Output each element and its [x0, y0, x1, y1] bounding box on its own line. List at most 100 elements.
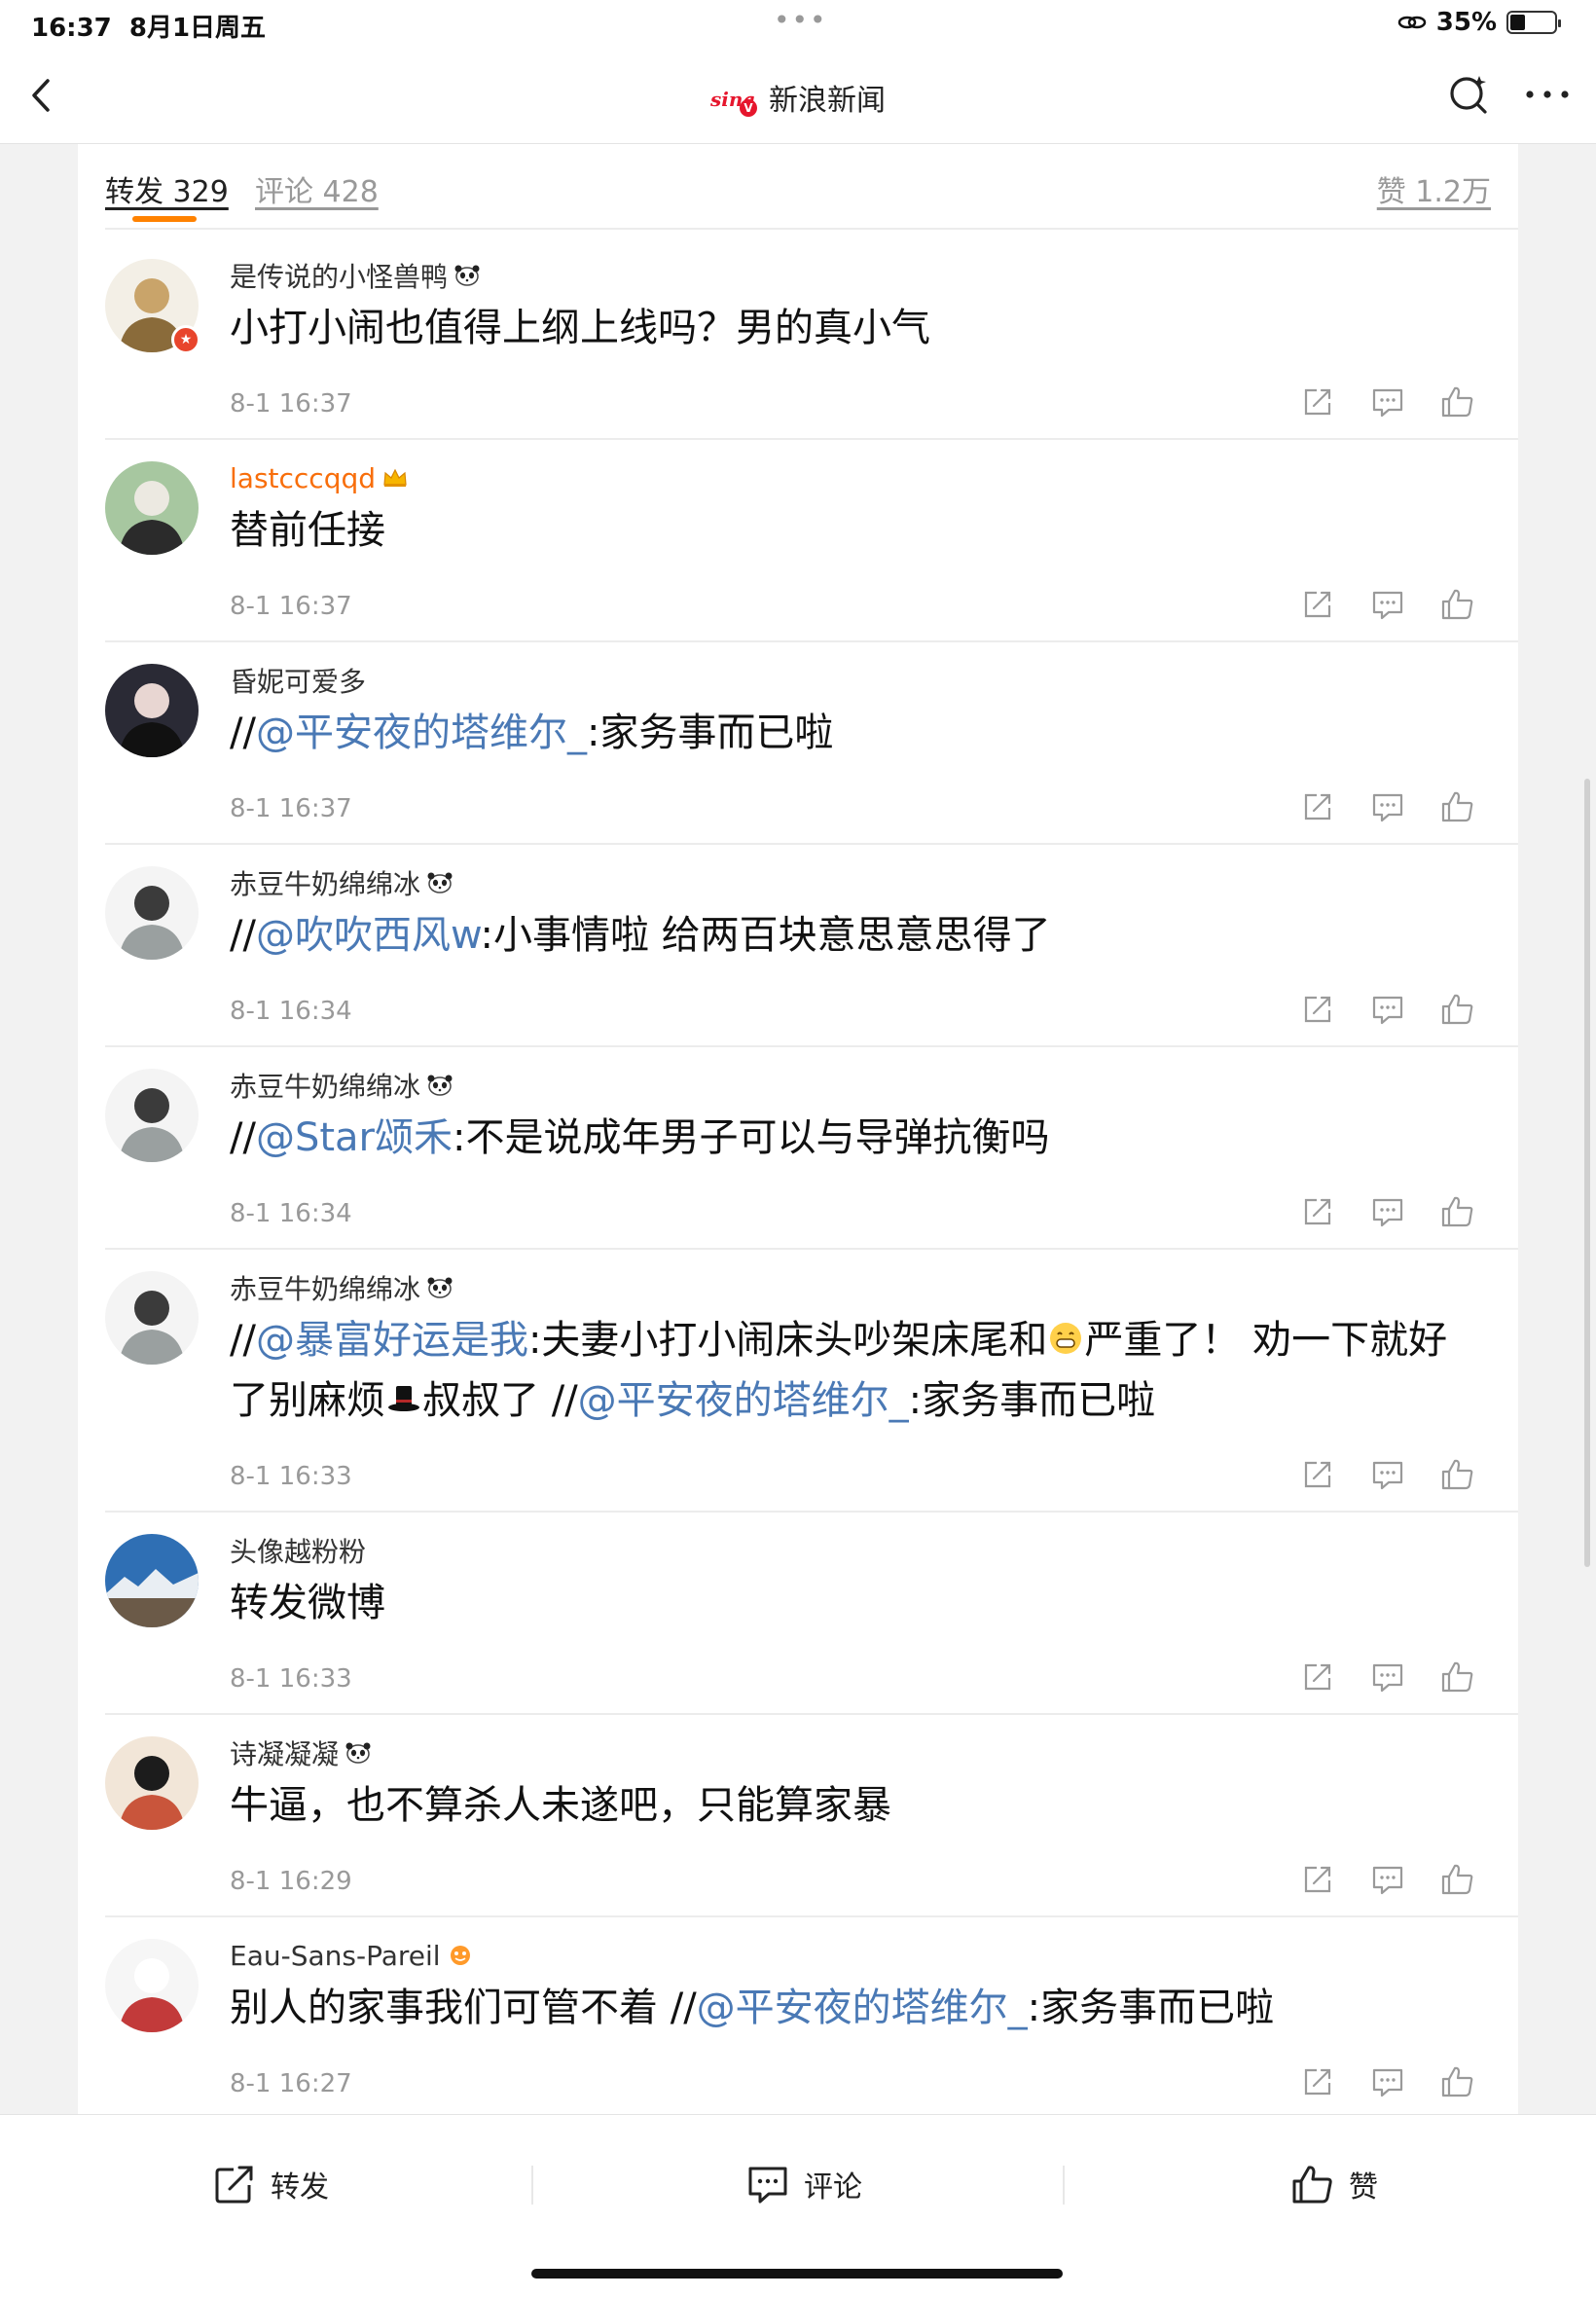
- username[interactable]: Eau-Sans-Pareil: [230, 1937, 1479, 1974]
- comment-icon[interactable]: [1370, 992, 1409, 1031]
- panda-icon: [427, 1277, 453, 1298]
- repost-icon[interactable]: [1300, 1457, 1339, 1496]
- thumbs-up-icon[interactable]: [1440, 2064, 1479, 2103]
- comment-icon[interactable]: [1370, 1659, 1409, 1698]
- mention-link[interactable]: @吹吹西风w: [256, 913, 481, 958]
- multitask-dots[interactable]: •••: [774, 4, 828, 36]
- repost-button[interactable]: 转发: [212, 2162, 329, 2206]
- repost-item[interactable]: 赤豆牛奶绵绵冰 //@暴富好运是我:夫妻小打小闹床头吵架床尾和 严重了！ 劝一下就好…: [105, 1250, 1518, 1513]
- like-label: 赞: [1349, 2170, 1378, 2205]
- username[interactable]: 诗凝凝凝: [230, 1734, 1479, 1771]
- tab-comment[interactable]: 评论 428: [255, 167, 379, 210]
- repost-meta: 8-1 16:37: [230, 572, 1479, 640]
- thumbs-up-icon[interactable]: [1440, 992, 1479, 1031]
- timestamp: 8-1 16:33: [230, 1664, 352, 1694]
- bottom-action-bar: 转发 评论 赞: [0, 2114, 1596, 2297]
- avatar[interactable]: [105, 1069, 199, 1162]
- repost-text: 替前任接: [230, 508, 385, 553]
- like-button[interactable]: 赞: [1290, 2162, 1378, 2206]
- mention-link[interactable]: @平安夜的塔维尔_: [256, 711, 587, 755]
- avatar[interactable]: [105, 1736, 199, 1830]
- mention-link[interactable]: @暴富好运是我: [256, 1318, 528, 1363]
- mention-link[interactable]: @平安夜的塔维尔_: [697, 1986, 1028, 2030]
- comment-icon[interactable]: [1370, 1862, 1409, 1901]
- more-icon[interactable]: [1520, 70, 1575, 119]
- repost-icon[interactable]: [1300, 1194, 1339, 1233]
- thumbs-up-icon[interactable]: [1440, 587, 1479, 626]
- thumbs-up-icon[interactable]: [1440, 789, 1479, 828]
- repost-meta: 8-1 16:34: [230, 977, 1479, 1045]
- avatar[interactable]: [105, 1271, 199, 1365]
- repost-content: 赤豆牛奶绵绵冰 //@吹吹西风w:小事情啦 给两百块意思意思得了 8-1 16:34: [230, 845, 1518, 1045]
- repost-icon[interactable]: [1300, 587, 1339, 626]
- repost-panel: 转发 329 评论 428 赞 1.2万 ★ 是传说的小怪兽鸭 小打小闹也值得上纲上…: [78, 144, 1518, 2114]
- comment-icon[interactable]: [1370, 2064, 1409, 2103]
- thumbs-up-icon[interactable]: [1440, 1862, 1479, 1901]
- nav-title: 新浪新闻: [769, 84, 886, 118]
- comment-icon[interactable]: [1370, 587, 1409, 626]
- repost-content: 昏妮可爱多 //@平安夜的塔维尔_:家务事而已啦 8-1 16:37: [230, 642, 1518, 843]
- search-icon[interactable]: [1445, 70, 1494, 119]
- repost-item[interactable]: Eau-Sans-Pareil 别人的家事我们可管不着 //@平安夜的塔维尔_:家…: [105, 1917, 1518, 2114]
- username[interactable]: lastcccqqd: [230, 459, 1479, 496]
- thumbs-up-icon[interactable]: [1440, 1659, 1479, 1698]
- sina-logo: sina V: [710, 88, 757, 117]
- repost-icon[interactable]: [1300, 384, 1339, 423]
- thumbs-up-icon[interactable]: [1440, 1457, 1479, 1496]
- repost-item[interactable]: 头像越粉粉转发微博 8-1 16:33: [105, 1513, 1518, 1715]
- comment-button[interactable]: 评论: [745, 2162, 862, 2206]
- verified-badge-icon: ★: [171, 325, 200, 354]
- thumbs-up-icon[interactable]: [1440, 384, 1479, 423]
- repost-icon[interactable]: [1300, 1659, 1339, 1698]
- repost-item[interactable]: lastcccqqd 替前任接 8-1 16:37: [105, 440, 1518, 642]
- back-icon[interactable]: [18, 71, 66, 120]
- username[interactable]: 赤豆牛奶绵绵冰: [230, 864, 1479, 901]
- comment-icon[interactable]: [1370, 789, 1409, 828]
- repost-text: 牛逼，也不算杀人未遂吧，只能算家暴: [230, 1783, 891, 1828]
- avatar[interactable]: [105, 866, 199, 960]
- repost-item[interactable]: 昏妮可爱多 //@平安夜的塔维尔_:家务事而已啦 8-1 16:37: [105, 642, 1518, 845]
- repost-icon[interactable]: [1300, 1862, 1339, 1901]
- repost-item[interactable]: 诗凝凝凝 牛逼，也不算杀人未遂吧，只能算家暴 8-1 16:29: [105, 1715, 1518, 1917]
- repost-text: //@Star颂禾:不是说成年男子可以与导弹抗衡吗: [230, 1115, 1050, 1160]
- repost-meta: 8-1 16:37: [230, 775, 1479, 843]
- timestamp: 8-1 16:37: [230, 794, 352, 823]
- link-icon: [1397, 16, 1427, 29]
- scrollbar[interactable]: [1584, 779, 1590, 1567]
- username[interactable]: 赤豆牛奶绵绵冰: [230, 1269, 1479, 1306]
- timestamp: 8-1 16:34: [230, 997, 352, 1026]
- repost-list: ★ 是传说的小怪兽鸭 小打小闹也值得上纲上线吗？男的真小气 8-1 16:37 las…: [78, 237, 1518, 2114]
- repost-icon[interactable]: [1300, 992, 1339, 1031]
- avatar[interactable]: [105, 461, 199, 555]
- thumbs-up-icon[interactable]: [1440, 1194, 1479, 1233]
- avatar[interactable]: [105, 664, 199, 757]
- comment-icon[interactable]: [1370, 1194, 1409, 1233]
- tab-like[interactable]: 赞 1.2万: [1377, 167, 1491, 210]
- repost-content: 头像越粉粉转发微博 8-1 16:33: [230, 1513, 1518, 1713]
- repost-text: //@吹吹西风w:小事情啦 给两百块意思意思得了: [230, 913, 1051, 958]
- repost-text: 转发微博: [230, 1581, 385, 1625]
- repost-meta: 8-1 16:34: [230, 1180, 1479, 1248]
- repost-content: 赤豆牛奶绵绵冰 //@暴富好运是我:夫妻小打小闹床头吵架床尾和 严重了！ 劝一下就好…: [230, 1250, 1518, 1511]
- tab-repost[interactable]: 转发 329: [105, 167, 229, 210]
- avatar[interactable]: [105, 1534, 199, 1627]
- thumbs-up-icon: [1292, 2166, 1332, 2204]
- username[interactable]: 是传说的小怪兽鸭: [230, 257, 1479, 294]
- repost-item[interactable]: 赤豆牛奶绵绵冰 //@Star颂禾:不是说成年男子可以与导弹抗衡吗 8-1 16:3…: [105, 1047, 1518, 1250]
- repost-item[interactable]: 赤豆牛奶绵绵冰 //@吹吹西风w:小事情啦 给两百块意思意思得了 8-1 16:34: [105, 845, 1518, 1047]
- avatar[interactable]: [105, 1939, 199, 2032]
- username-text: lastcccqqd: [230, 461, 377, 494]
- mention-link[interactable]: @平安夜的塔维尔_: [578, 1378, 909, 1423]
- top-hat-icon: [388, 1386, 419, 1411]
- repost-icon[interactable]: [1300, 789, 1339, 828]
- panda-icon: [454, 265, 480, 286]
- comment-icon[interactable]: [1370, 384, 1409, 423]
- repost-icon[interactable]: [1300, 2064, 1339, 2103]
- mention-link[interactable]: @Star颂禾: [256, 1115, 453, 1160]
- comment-icon[interactable]: [1370, 1457, 1409, 1496]
- repost-item[interactable]: ★ 是传说的小怪兽鸭 小打小闹也值得上纲上线吗？男的真小气 8-1 16:37: [105, 237, 1518, 440]
- username[interactable]: 昏妮可爱多: [230, 662, 1479, 699]
- username[interactable]: 头像越粉粉: [230, 1532, 1479, 1569]
- username[interactable]: 赤豆牛奶绵绵冰: [230, 1067, 1479, 1104]
- home-indicator[interactable]: [531, 2269, 1063, 2279]
